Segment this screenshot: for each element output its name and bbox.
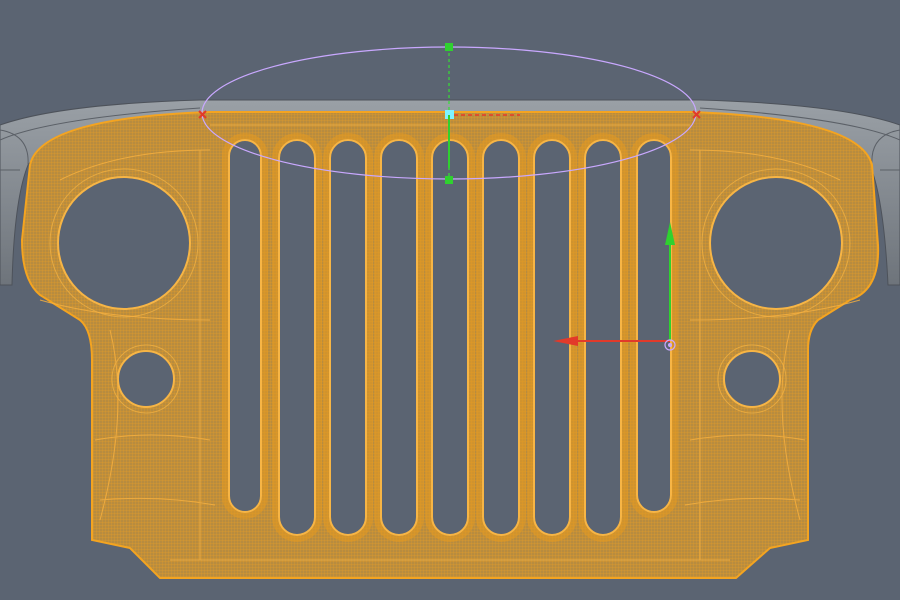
- square-handle-icon[interactable]: [445, 43, 453, 51]
- viewport-canvas[interactable]: [0, 0, 900, 600]
- 3d-viewport[interactable]: [0, 0, 900, 600]
- square-handle-icon[interactable]: [445, 176, 453, 184]
- grille-mesh: [0, 0, 900, 600]
